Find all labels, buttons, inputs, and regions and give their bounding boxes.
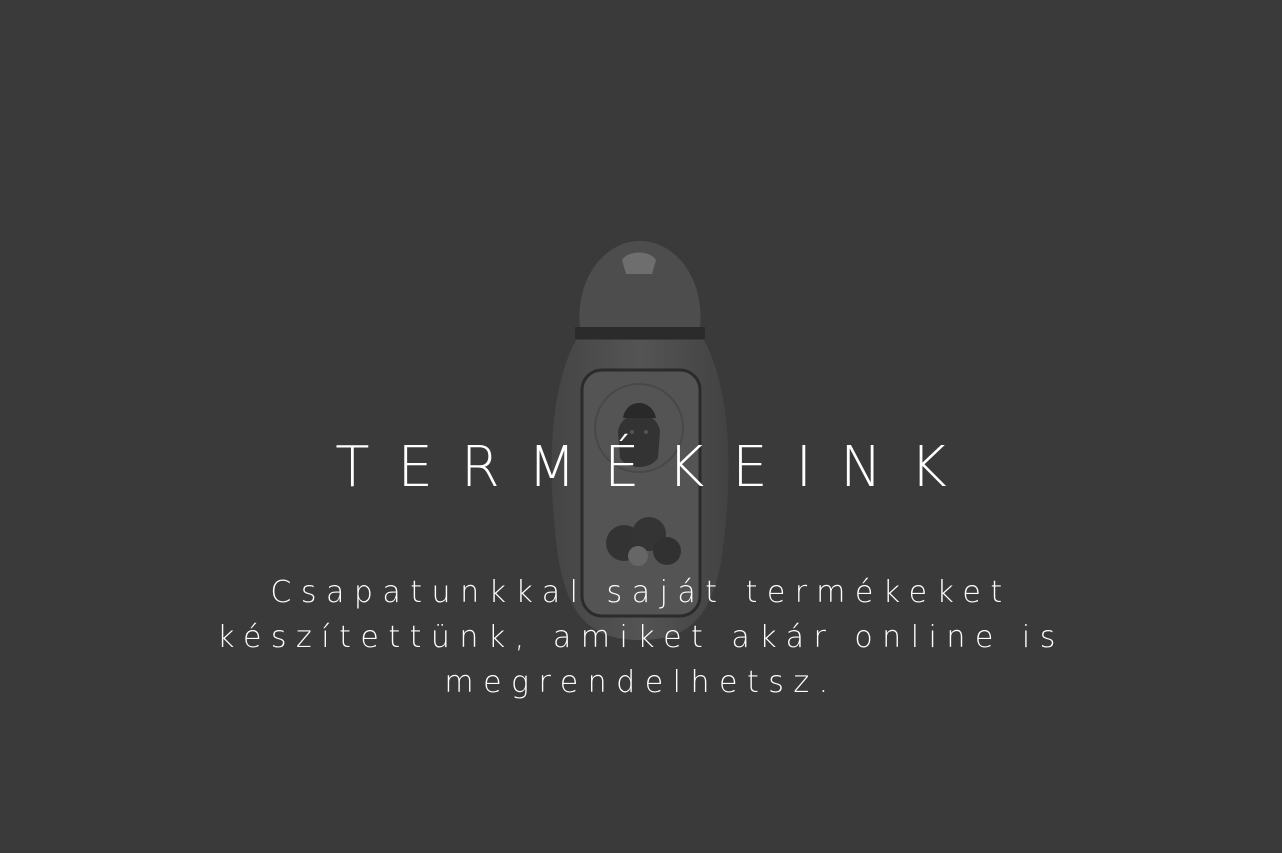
page-title: TERMÉKEINK xyxy=(335,435,975,500)
hero-section: TERMÉKEINK Csapatunkkal saját termékeket… xyxy=(0,0,1282,853)
hero-description: Csapatunkkal saját termékeket készítettü… xyxy=(217,575,1065,700)
